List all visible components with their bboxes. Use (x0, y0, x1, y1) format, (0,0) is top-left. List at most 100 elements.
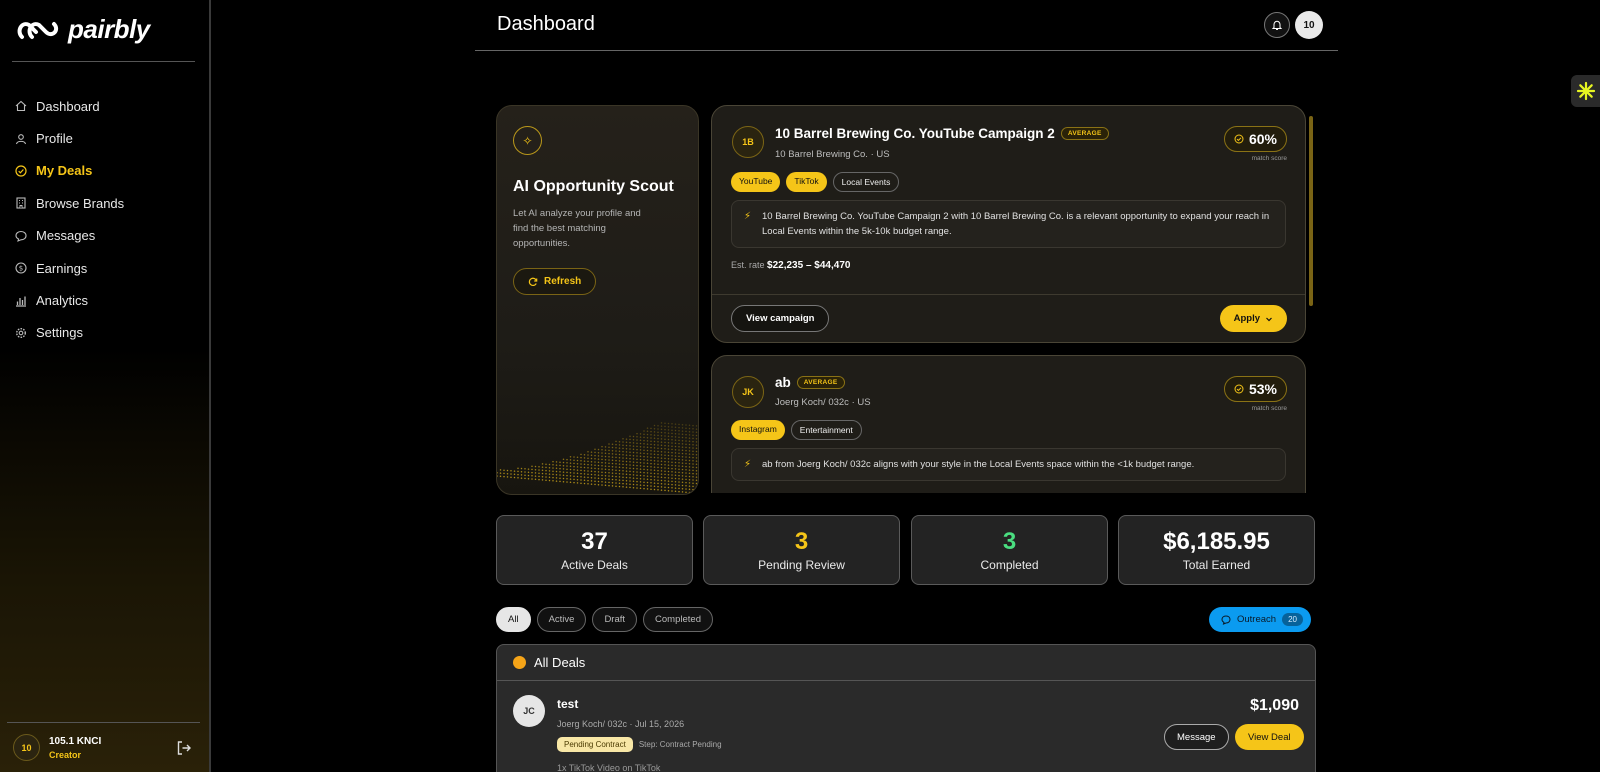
deals-header: All Deals (497, 645, 1315, 681)
scout-description: Let AI analyze your profile and find the… (513, 208, 641, 249)
match-score: 60% (1223, 126, 1287, 152)
sidebar-item-label: Earnings (36, 260, 88, 276)
ai-scout-card: ✧ AI Opportunity Scout Let AI analyze yo… (496, 105, 699, 495)
match-reason-text: ab from Joerg Koch/ 032c aligns with you… (762, 459, 1195, 470)
sidebar-item-my-deals[interactable]: My Deals (0, 155, 200, 187)
check-circle-icon (1234, 384, 1244, 394)
deal-deliverable: 1x TikTok Video on TikTok (557, 763, 661, 772)
tag: TikTok (786, 172, 827, 192)
refresh-button[interactable]: Refresh (513, 268, 597, 295)
stat-total-earned: $6,185.95 Total Earned (1118, 515, 1315, 585)
view-deal-button[interactable]: View Deal (1235, 724, 1304, 750)
stat-value: 3 (794, 528, 809, 555)
sidebar-nav: Dashboard Profile My Deals Browse Brands… (0, 90, 200, 349)
filter-completed[interactable]: Completed (643, 607, 713, 632)
apply-button[interactable]: Apply (1219, 305, 1287, 332)
match-reason: ⚡ 10 Barrel Brewing Co. YouTube Campaign… (731, 200, 1286, 248)
sidebar-item-dashboard[interactable]: Dashboard (0, 90, 200, 122)
chat-icon (15, 230, 27, 242)
divider (712, 294, 1305, 295)
tag: Entertainment (790, 420, 862, 440)
sidebar-item-messages[interactable]: Messages (0, 220, 200, 252)
opportunity-scrollbar[interactable] (1309, 108, 1314, 494)
filter-active[interactable]: Active (536, 607, 587, 632)
outreach-label: Outreach (1237, 614, 1277, 625)
opportunity-list: 1B 10 Barrel Brewing Co. YouTube Campaig… (711, 105, 1316, 493)
gear-icon (15, 327, 27, 339)
deal-filters: All Active Draft Completed (496, 607, 713, 632)
outreach-button[interactable]: Outreach 20 (1209, 607, 1311, 632)
svg-text:$: $ (19, 265, 23, 273)
rate-value: $22,235 – $44,470 (767, 260, 851, 271)
sidebar-item-earnings[interactable]: $ Earnings (0, 252, 200, 284)
sidebar-item-analytics[interactable]: Analytics (0, 284, 200, 316)
header-avatar[interactable]: 10 (1295, 11, 1323, 39)
rate-label: Est. rate (731, 260, 765, 270)
user-role: Creator (49, 749, 82, 760)
logo-mark-icon (17, 21, 59, 39)
stat-label: Active Deals (561, 558, 628, 572)
chat-icon (1221, 614, 1231, 625)
filter-draft[interactable]: Draft (592, 607, 638, 632)
scroll-thumb[interactable] (1309, 116, 1313, 306)
deal-title: test (557, 697, 579, 711)
refresh-label: Refresh (544, 276, 582, 287)
outreach-count-badge: 20 (1282, 613, 1303, 626)
tag: YouTube (731, 172, 781, 192)
building-icon (15, 197, 27, 209)
lightning-icon: ⚡ (744, 211, 752, 222)
sidebar-item-settings[interactable]: Settings (0, 317, 200, 349)
match-reason: ⚡ ab from Joerg Koch/ 032c aligns with y… (731, 448, 1286, 481)
bar-chart-icon (15, 295, 27, 307)
sidebar-item-label: Profile (36, 131, 73, 147)
user-name: 105.1 KNCI (49, 735, 102, 747)
tag-list: Instagram Entertainment (731, 420, 862, 440)
match-badge: AVERAGE (1060, 127, 1109, 140)
deal-amount: $1,090 (1250, 697, 1299, 714)
opportunity-card: JK ab AVERAGE Joerg Koch/ 032c · US 53% … (711, 355, 1306, 493)
assistant-widget-button[interactable] (1571, 75, 1600, 107)
header-divider (475, 50, 1338, 51)
stat-pending-review: 3 Pending Review (703, 515, 900, 585)
status-badge: Pending Contract (557, 737, 633, 752)
refresh-icon (528, 277, 538, 286)
match-score-value: 60% (1248, 131, 1277, 147)
stat-completed: 3 Completed (911, 515, 1108, 585)
sidebar-item-label: Dashboard (36, 98, 100, 114)
deal-meta: Joerg Koch/ 032c · Jul 15, 2026 (557, 719, 685, 729)
stat-value: 3 (1002, 528, 1017, 555)
sidebar-item-label: My Deals (36, 163, 93, 179)
sidebar-item-browse-brands[interactable]: Browse Brands (0, 187, 200, 219)
tag-list: YouTube TikTok Local Events (731, 172, 900, 192)
user-icon (15, 133, 27, 145)
chevron-down-icon (1266, 317, 1272, 321)
tag: Local Events (832, 172, 900, 192)
deal-step: Step: Contract Pending (638, 740, 722, 749)
stat-label: Completed (980, 558, 1039, 572)
logout-icon[interactable] (176, 740, 192, 756)
check-circle-icon (1234, 134, 1244, 144)
dot-pattern-graphic (497, 422, 698, 494)
sidebar-item-label: Browse Brands (36, 195, 125, 211)
divider (7, 722, 200, 723)
match-score-label: match score (1251, 155, 1287, 162)
sidebar-item-profile[interactable]: Profile (0, 122, 200, 154)
opportunity-title-text: 10 Barrel Brewing Co. YouTube Campaign 2 (775, 126, 1055, 141)
lightning-icon: ⚡ (744, 459, 752, 470)
apply-label: Apply (1233, 313, 1260, 324)
opportunity-title-text: ab (775, 375, 791, 390)
brand-logo[interactable]: pairbly (16, 14, 150, 45)
opportunity-card: 1B 10 Barrel Brewing Co. YouTube Campaig… (711, 105, 1306, 343)
stat-label: Total Earned (1182, 558, 1251, 572)
stat-value: $6,185.95 (1163, 528, 1270, 555)
status-dot (513, 656, 526, 669)
filter-all[interactable]: All (496, 607, 531, 632)
sparkle-icon (1576, 81, 1595, 101)
view-campaign-button[interactable]: View campaign (731, 305, 830, 332)
stat-label: Pending Review (758, 558, 845, 572)
notifications-button[interactable] (1264, 12, 1290, 38)
dollar-icon: $ (15, 262, 27, 274)
message-button[interactable]: Message (1164, 724, 1229, 750)
match-reason-text: 10 Barrel Brewing Co. YouTube Campaign 2… (762, 211, 1270, 237)
user-profile[interactable]: 10 105.1 KNCI Creator (13, 734, 101, 761)
